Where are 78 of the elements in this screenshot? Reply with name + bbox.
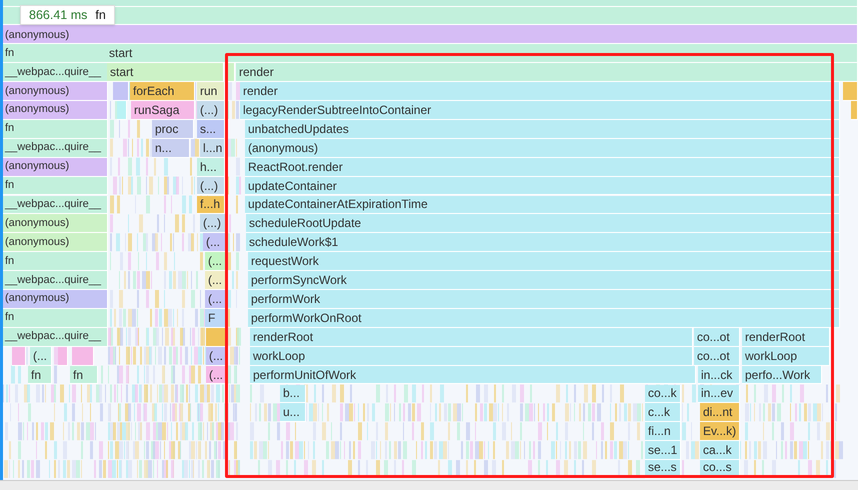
flame-frame[interactable]: __webpac...quire__ — [0, 328, 108, 347]
flame-frame[interactable]: scheduleWork$1 — [246, 233, 840, 252]
flame-bar[interactable] — [113, 82, 129, 101]
flame-frame[interactable]: updateContainerAtExpirationTime — [245, 196, 840, 214]
flame-frame[interactable]: c...k — [645, 403, 681, 422]
tooltip-duration: 866.41 ms — [29, 6, 88, 24]
flame-frame[interactable]: b... — [280, 384, 306, 404]
flame-frame[interactable]: co...k — [645, 384, 681, 404]
flame-frame[interactable]: __webpac...quire__ — [0, 63, 108, 82]
flame-frame[interactable]: (anonymous) — [0, 233, 108, 252]
tooltip-function-name: fn — [95, 6, 106, 24]
flame-frame[interactable]: fn — [0, 120, 108, 139]
flame-frame[interactable]: in...ev — [698, 384, 740, 404]
flame-frame[interactable]: (...) — [200, 214, 226, 234]
flame-bar[interactable] — [72, 346, 94, 366]
flame-frame[interactable]: n... — [152, 138, 190, 158]
flame-frame[interactable]: u... — [280, 403, 306, 422]
flame-frame[interactable]: requestWork — [248, 252, 840, 272]
flame-frame[interactable]: performWork — [248, 290, 840, 309]
flame-frame[interactable]: perfo...Work — [742, 366, 822, 384]
flame-frame[interactable]: co...ot — [694, 346, 740, 366]
flame-frame[interactable]: (... — [205, 271, 227, 290]
flame-frame[interactable]: l...n — [200, 138, 225, 158]
flame-frame[interactable]: workLoop — [742, 346, 830, 366]
flame-frame[interactable]: ReactRoot.render — [245, 158, 840, 177]
flame-frame[interactable]: updateContainer — [245, 176, 840, 196]
flame-frame[interactable]: fi...n — [645, 422, 681, 442]
flame-frame[interactable]: __webpac...quire__ — [0, 196, 108, 214]
flame-frame[interactable]: se...1 — [645, 441, 681, 460]
flame-frame[interactable]: (...) — [197, 176, 225, 196]
flame-frame[interactable]: fn — [0, 252, 108, 272]
flame-frame[interactable]: (anonymous) — [0, 101, 108, 120]
flame-frame[interactable]: in...ck — [698, 366, 740, 384]
flame-bar[interactable] — [843, 82, 858, 101]
flame-frame[interactable]: workLoop — [250, 346, 693, 366]
flame-frame[interactable]: (anonymous) — [0, 290, 108, 309]
flame-frame[interactable]: __webpac...quire__ — [0, 271, 108, 290]
flame-frame[interactable]: performSyncWork — [248, 271, 840, 290]
flame-frame[interactable]: fn — [28, 366, 52, 384]
flame-frame[interactable]: renderRoot — [742, 328, 830, 347]
flame-bar[interactable] — [12, 346, 26, 366]
flame-frame[interactable]: ca...k — [700, 441, 740, 460]
flame-frame[interactable]: performWorkOnRoot — [248, 308, 840, 328]
flame-frame[interactable]: __webpac...quire__ — [0, 138, 108, 158]
flame-frame[interactable]: render — [236, 63, 858, 82]
flame-bar[interactable] — [58, 346, 68, 366]
flame-frame[interactable]: (... — [205, 290, 227, 309]
flame-frame[interactable]: unbatchedUpdates — [245, 120, 840, 139]
flame-frame[interactable]: (... — [30, 346, 52, 366]
flame-frame[interactable]: (anonymous) — [0, 25, 858, 44]
flame-frame[interactable]: s... — [197, 120, 225, 139]
flame-frame[interactable]: fn — [0, 44, 108, 64]
flame-frame[interactable]: run — [197, 82, 225, 101]
flame-frame[interactable]: runSaga — [131, 101, 195, 120]
flame-frame[interactable]: (anonymous) — [245, 138, 840, 158]
flame-frame[interactable]: co...ot — [694, 328, 740, 347]
flame-frame[interactable]: scheduleRootUpdate — [246, 214, 840, 234]
flame-frame[interactable]: Ev...k) — [700, 422, 740, 442]
flame-frame[interactable]: fn — [70, 366, 98, 384]
flame-frame[interactable]: fn — [0, 308, 108, 328]
flame-frame[interactable]: h... — [197, 158, 225, 177]
flame-frame[interactable]: forEach — [130, 82, 195, 101]
flame-frame[interactable]: (anonymous) — [0, 82, 108, 101]
flame-frame[interactable]: (anonymous) — [0, 214, 108, 234]
flame-frame[interactable]: (...) — [197, 101, 225, 120]
flame-frame[interactable]: (... — [205, 252, 227, 272]
flame-frame[interactable]: fn — [0, 176, 108, 196]
flame-frame[interactable]: (anonymous) — [0, 158, 108, 177]
flame-frame[interactable]: start — [107, 63, 224, 82]
flame-frame[interactable]: di...nt — [700, 403, 740, 422]
flame-frame[interactable]: performUnitOfWork — [250, 366, 696, 384]
flame-frame[interactable]: f...h — [197, 196, 225, 214]
flame-frame[interactable]: legacyRenderSubtreeIntoContainer — [240, 101, 840, 120]
flame-frame[interactable]: (... — [203, 233, 227, 252]
flame-frame[interactable]: render — [240, 82, 840, 101]
flame-frame[interactable]: proc — [152, 120, 194, 139]
flame-frame[interactable]: renderRoot — [250, 328, 693, 347]
flame-bar[interactable] — [851, 101, 858, 120]
